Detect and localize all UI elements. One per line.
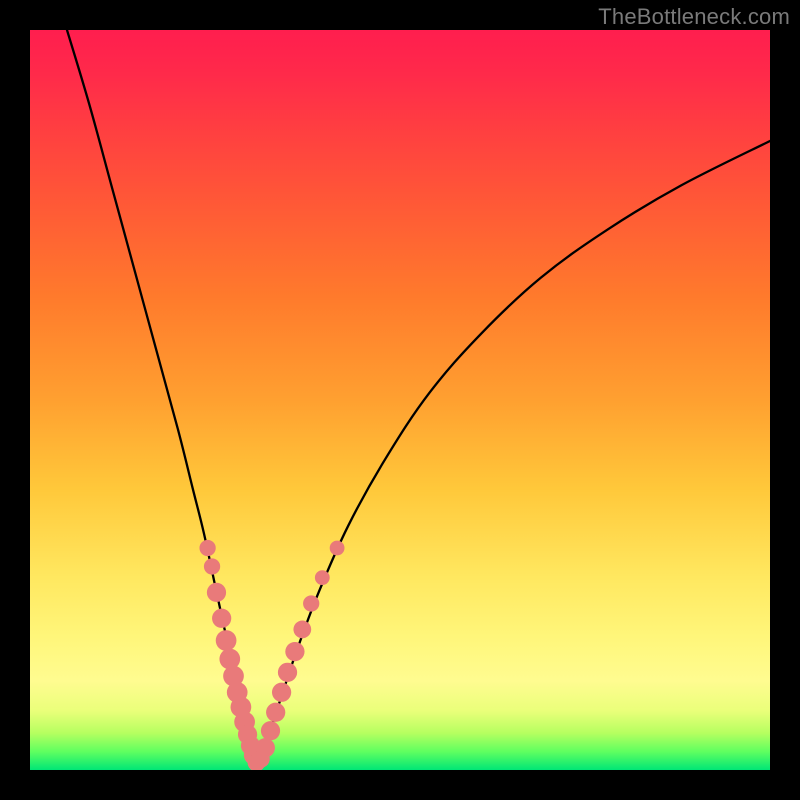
marker-group (199, 540, 344, 770)
highlight-point (285, 642, 304, 661)
highlight-point (293, 621, 311, 639)
bottleneck-curve-right-branch (256, 141, 770, 763)
highlight-point (216, 630, 237, 651)
highlight-point (278, 663, 297, 682)
highlight-point (315, 570, 330, 585)
highlight-point (212, 609, 231, 628)
plot-area (30, 30, 770, 770)
highlight-point (204, 558, 220, 574)
highlight-point (219, 649, 240, 670)
chart-frame: TheBottleneck.com (0, 0, 800, 800)
highlight-point (199, 540, 215, 556)
highlight-point (272, 683, 291, 702)
highlight-point (330, 541, 345, 556)
highlight-point (303, 595, 319, 611)
highlight-point (207, 583, 226, 602)
chart-svg (30, 30, 770, 770)
curve-group (67, 30, 770, 763)
watermark-text: TheBottleneck.com (598, 4, 790, 30)
highlight-point (266, 703, 285, 722)
highlight-point (261, 721, 280, 740)
highlight-point (256, 738, 275, 757)
